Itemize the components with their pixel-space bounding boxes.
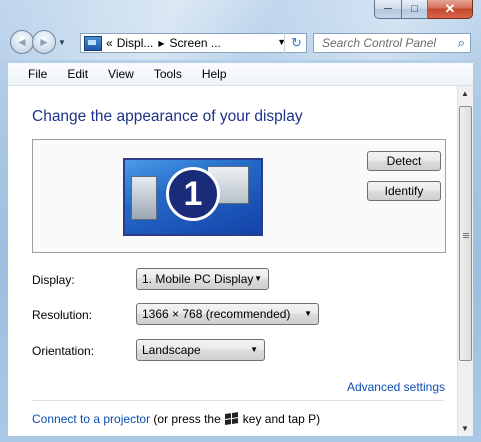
chevron-down-icon: ▼ [304,309,312,318]
resolution-select-value: 1366 × 768 (recommended) [142,307,291,321]
menu-file[interactable]: File [8,67,57,81]
monitor-icon[interactable]: 1 [123,158,263,236]
page-title: Change the appearance of your display [32,108,303,125]
control-panel-icon [84,35,102,51]
projector-hint-b: key and tap P) [242,412,321,426]
menu-tools[interactable]: Tools [144,67,192,81]
monitor-preview-box: 1 Detect Identify [32,139,446,253]
resolution-select[interactable]: 1366 × 768 (recommended) ▼ [136,303,319,325]
scroll-thumb[interactable] [459,106,472,361]
display-select-value: 1. Mobile PC Display [142,272,254,286]
forward-button[interactable]: ► [32,30,56,54]
orientation-label: Orientation: [32,344,95,358]
chevron-down-icon: ▼ [254,274,262,283]
content-pane: Change the appearance of your display 1 … [8,86,457,436]
search-placeholder: Search Control Panel [322,36,437,50]
breadcrumb-screen-resolution[interactable]: Screen ... [170,36,221,50]
menu-help[interactable]: Help [192,67,237,81]
vertical-scrollbar[interactable]: ▲ ▼ [457,86,473,436]
refresh-icon: ↻ [291,35,302,50]
scroll-grip-icon [463,233,469,234]
identify-button[interactable]: Identify [367,181,441,201]
divider [32,400,444,401]
recent-pages-dropdown[interactable]: ▼ [58,38,68,47]
search-icon[interactable]: ⌕ [458,35,465,51]
chevron-down-icon: ▼ [250,345,258,354]
breadcrumb-separator-icon[interactable]: ▶ [158,39,164,48]
address-overflow[interactable]: « [106,36,113,50]
detect-button[interactable]: Detect [367,151,441,171]
resolution-label: Resolution: [32,308,93,322]
back-button[interactable]: ◄ [10,30,34,54]
menu-bar: File Edit View Tools Help [8,63,473,86]
projector-line: Connect to a projector (or press the key … [32,412,320,426]
breadcrumb-display[interactable]: Displ... [117,36,154,50]
address-bar[interactable]: « Displ... ▶ Screen ... ▼ [80,33,307,53]
caption-buttons: ─ □ ✕ [374,0,473,19]
scroll-down-icon[interactable]: ▼ [461,424,469,433]
orientation-select[interactable]: Landscape ▼ [136,339,265,361]
maximize-button[interactable]: □ [402,0,428,19]
window-thumbnail-left [131,176,157,220]
scroll-up-icon[interactable]: ▲ [461,89,469,98]
forward-arrow-icon: ► [38,35,50,49]
search-input[interactable]: Search Control Panel ⌕ [313,33,471,53]
monitor-number-badge: 1 [166,167,220,221]
connect-projector-link[interactable]: Connect to a projector [32,412,150,426]
menu-view[interactable]: View [98,67,144,81]
windows-key-icon [224,412,239,426]
refresh-button[interactable]: ↻ [284,33,308,53]
display-label: Display: [32,273,75,287]
display-select[interactable]: 1. Mobile PC Display ▼ [136,268,269,290]
nav-buttons: ◄ ► ▼ [10,30,68,54]
projector-hint-a: (or press the [150,412,221,426]
advanced-settings-link[interactable]: Advanced settings [347,380,445,394]
menu-edit[interactable]: Edit [57,67,98,81]
close-button[interactable]: ✕ [428,0,473,19]
orientation-select-value: Landscape [142,343,201,357]
minimize-button[interactable]: ─ [374,0,402,19]
back-arrow-icon: ◄ [16,35,28,49]
